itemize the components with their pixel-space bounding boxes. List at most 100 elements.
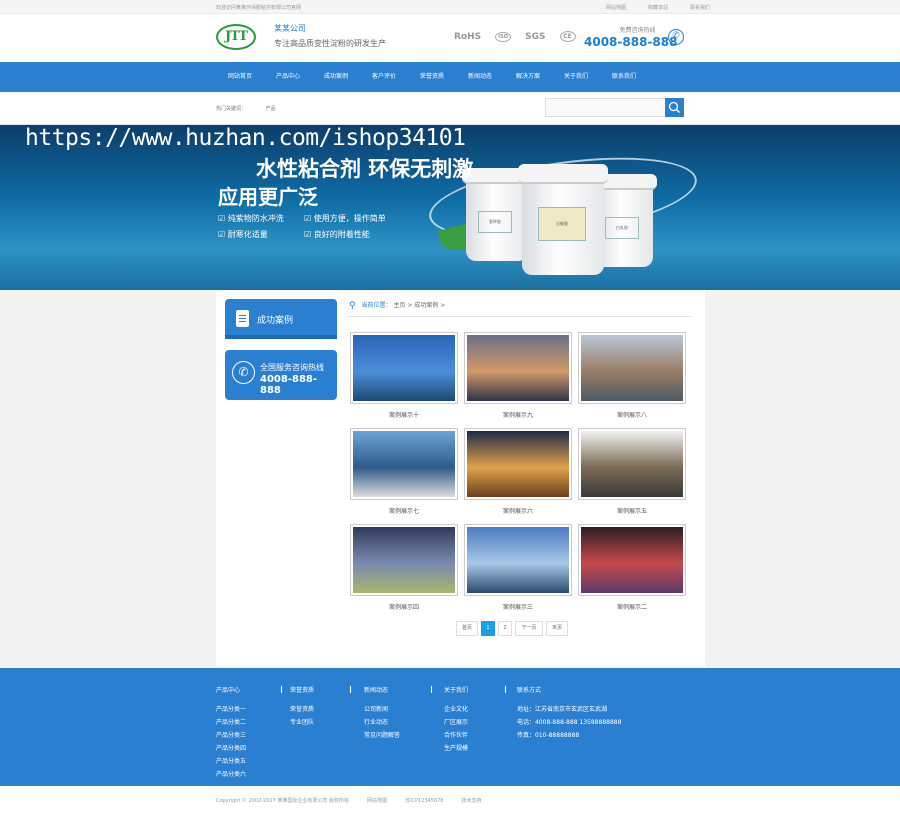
building-photo	[467, 335, 569, 401]
footer-link[interactable]: 产品分类三	[216, 730, 246, 739]
nav-item-products[interactable]: 产品中心	[264, 62, 312, 92]
footer-link[interactable]: 公司新闻	[364, 704, 400, 713]
footer-link[interactable]: 企业文化	[444, 704, 468, 713]
contact-number: 4008-888-888	[260, 374, 318, 396]
sidebar-title[interactable]: 成功案例	[225, 299, 337, 339]
footer-link[interactable]: 常见问题解答	[364, 730, 400, 739]
case-item[interactable]: 案例展示九	[464, 332, 572, 419]
footer-link[interactable]: 产品分类六	[216, 769, 246, 778]
sitemap-link[interactable]: 网站地图	[606, 4, 626, 11]
case-item[interactable]: 案例展示八	[578, 332, 686, 419]
case-caption[interactable]: 案例展示三	[464, 602, 572, 611]
footer-link[interactable]: 产品分类二	[216, 717, 246, 726]
building-photo	[353, 527, 455, 593]
hot-keyword-link[interactable]: 产品	[266, 106, 276, 112]
footer-column: 荣誉资质 荣誉资质 专业团队	[290, 685, 314, 730]
hotline-label: 免费咨询热线	[619, 27, 656, 34]
case-item[interactable]: 案例展示三	[464, 524, 572, 611]
nav-item-home[interactable]: 网站首页	[216, 62, 264, 92]
case-item[interactable]: 案例展示六	[464, 428, 572, 515]
case-caption[interactable]: 案例展示八	[578, 410, 686, 419]
case-item[interactable]: 案例展示四	[350, 524, 458, 611]
header: JTT 某某公司 专注高品质变性淀粉的研发生产 RoHS ISO SGS CE …	[0, 14, 900, 62]
product-bucket: 瓷砖胶	[462, 168, 532, 261]
case-thumbnail[interactable]	[464, 428, 572, 500]
case-caption[interactable]: 案例展示七	[350, 506, 458, 515]
pagination: 首页 1 2 下一页 末页	[456, 621, 568, 636]
nav-item-contact[interactable]: 联系我们	[600, 62, 648, 92]
footer-link[interactable]: 产品分类四	[216, 743, 246, 752]
footer-link[interactable]: 厂区展示	[444, 717, 468, 726]
nav-item-cases[interactable]: 成功案例	[312, 62, 360, 92]
case-item[interactable]: 案例展示十	[350, 332, 458, 419]
case-thumbnail[interactable]	[578, 332, 686, 404]
search-button[interactable]	[665, 98, 684, 117]
case-thumbnail[interactable]	[464, 332, 572, 404]
footer-link[interactable]: 合作伙伴	[444, 730, 468, 739]
case-caption[interactable]: 案例展示四	[350, 602, 458, 611]
nav-item-news[interactable]: 新闻动态	[456, 62, 504, 92]
footer-column-title[interactable]: 联系方式	[517, 685, 621, 694]
breadcrumb-path[interactable]: 主页 > 成功案例 >	[393, 302, 445, 309]
sidebar-title-label: 成功案例	[257, 316, 294, 326]
case-item[interactable]: 案例展示五	[578, 428, 686, 515]
breadcrumb-prefix: 当前位置：	[361, 302, 392, 309]
top-links: 网站地图 收藏本站 联系我们	[606, 4, 710, 11]
hero-banner[interactable]: 瓷砖胶 白乳胶 压敏胶 https://www.huzhan.com/ishop…	[0, 125, 900, 290]
tech-support-link[interactable]: 技术支持	[462, 797, 482, 804]
footer-link[interactable]: 行业动态	[364, 717, 400, 726]
case-thumbnail[interactable]	[578, 428, 686, 500]
case-thumbnail[interactable]	[350, 428, 458, 500]
hotline-number: 4008-888-888	[584, 35, 678, 49]
hotline: 免费咨询热线 4008-888-888 ✆	[584, 25, 684, 49]
footer-sitemap-link[interactable]: 网站地图	[367, 797, 387, 804]
footer-column-title[interactable]: 关于我们	[444, 685, 468, 694]
footer: 产品中心 产品分类一 产品分类二 产品分类三 产品分类四 产品分类五 产品分类六 荣誉资质 荣誉…	[0, 668, 900, 786]
nav-item-honors[interactable]: 荣誉资质	[408, 62, 456, 92]
footer-link[interactable]: 产品分类五	[216, 756, 246, 765]
page-last[interactable]: 末页	[546, 621, 568, 636]
page-first[interactable]: 首页	[456, 621, 478, 636]
nav-item-solutions[interactable]: 解决方案	[504, 62, 552, 92]
case-caption[interactable]: 案例展示九	[464, 410, 572, 419]
phone-icon: ✆	[232, 361, 255, 384]
banner-features: 纯紫物防水冲洗 使用方便，操作简单 耐寒化适量 良好的附着性能	[218, 213, 418, 240]
nav-item-about[interactable]: 关于我们	[552, 62, 600, 92]
nav-item-reviews[interactable]: 客户评价	[360, 62, 408, 92]
case-thumbnail[interactable]	[350, 332, 458, 404]
case-caption[interactable]: 案例展示五	[578, 506, 686, 515]
company-logo[interactable]: JTT	[216, 24, 256, 50]
case-caption[interactable]: 案例展示六	[464, 506, 572, 515]
case-item[interactable]: 案例展示七	[350, 428, 458, 515]
document-icon	[236, 310, 249, 327]
footer-link[interactable]: 荣誉资质	[290, 704, 314, 713]
rohs-icon: RoHS	[454, 31, 482, 42]
footer-column-title[interactable]: 产品中心	[216, 685, 246, 694]
icp-link[interactable]: 苏ICP12345678	[405, 797, 443, 804]
footer-divider	[281, 686, 282, 693]
bookmark-link[interactable]: 收藏本站	[648, 4, 668, 11]
page-next[interactable]: 下一页	[515, 621, 543, 636]
footer-link: 地址：江苏省南京市玄武区玄武湖	[517, 706, 608, 713]
footer-link[interactable]: 专业团队	[290, 717, 314, 726]
case-item[interactable]: 案例展示二	[578, 524, 686, 611]
footer-link[interactable]: 产品分类一	[216, 704, 246, 713]
search-bar: 热门关键词： 产品	[0, 92, 900, 125]
page-2[interactable]: 2	[498, 621, 512, 636]
case-thumbnail[interactable]	[350, 524, 458, 596]
case-thumbnail[interactable]	[464, 524, 572, 596]
case-caption[interactable]: 案例展示十	[350, 410, 458, 419]
page-1[interactable]: 1	[481, 621, 495, 636]
footer-column: 关于我们企业文化厂区展示合作伙伴生产规模	[444, 685, 468, 756]
footer-column-title[interactable]: 新闻动态	[364, 685, 400, 694]
main-nav: 网站首页 产品中心 成功案例 客户评价 荣誉资质 新闻动态 解决方案 关于我们 …	[0, 62, 900, 92]
banner-headline: 水性粘合剂 环保无刺激	[256, 157, 474, 181]
footer-column-title[interactable]: 荣誉资质	[290, 685, 314, 694]
contact-link[interactable]: 联系我们	[690, 4, 710, 11]
building-photo	[467, 431, 569, 497]
case-caption[interactable]: 案例展示二	[578, 602, 686, 611]
search-input[interactable]	[545, 98, 666, 117]
footer-link[interactable]: 生产规模	[444, 743, 468, 752]
company-info: 某某公司 专注高品质变性淀粉的研发生产	[274, 23, 386, 49]
case-thumbnail[interactable]	[578, 524, 686, 596]
